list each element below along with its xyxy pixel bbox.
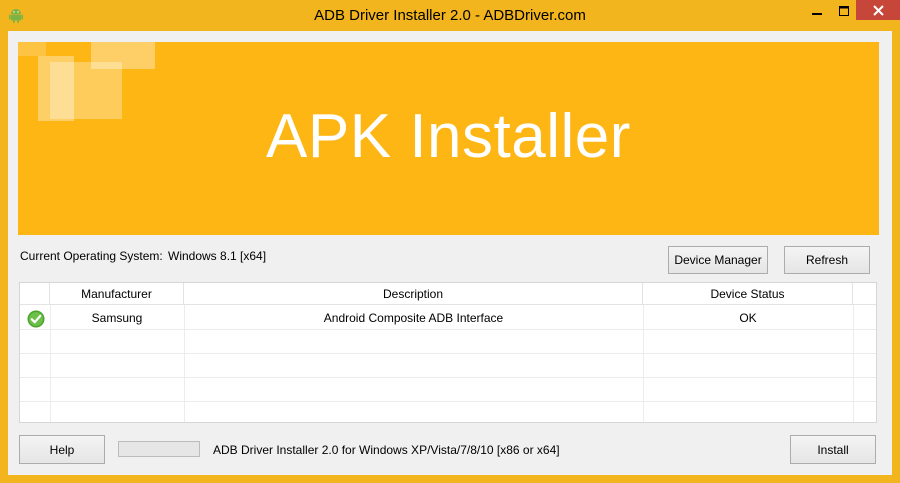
minimize-icon bbox=[812, 13, 822, 15]
window-title: ADB Driver Installer 2.0 - ADBDriver.com bbox=[314, 7, 586, 24]
device-table[interactable]: Manufacturer Description Device Status S… bbox=[19, 282, 877, 423]
status-text: ADB Driver Installer 2.0 for Windows XP/… bbox=[213, 443, 560, 457]
banner: APK Installer bbox=[18, 42, 879, 235]
progress-bar bbox=[118, 441, 200, 457]
check-icon bbox=[27, 310, 45, 328]
column-header-filler bbox=[853, 283, 876, 305]
device-manager-button[interactable]: Device Manager bbox=[668, 246, 768, 274]
install-button[interactable]: Install bbox=[790, 435, 876, 464]
refresh-button[interactable]: Refresh bbox=[784, 246, 870, 274]
row-divider bbox=[20, 377, 876, 378]
table-cell-device-status[interactable]: OK bbox=[643, 306, 853, 330]
app-window: ADB Driver Installer 2.0 - ADBDriver.com… bbox=[0, 0, 900, 483]
minimize-button[interactable] bbox=[802, 1, 832, 21]
column-header-device-status[interactable]: Device Status bbox=[643, 283, 853, 305]
help-button[interactable]: Help bbox=[19, 435, 105, 464]
close-button[interactable] bbox=[856, 0, 900, 20]
os-label: Current Operating System: bbox=[20, 249, 163, 263]
column-header-status[interactable] bbox=[20, 283, 50, 305]
maximize-button[interactable] bbox=[832, 1, 856, 21]
column-header-description[interactable]: Description bbox=[184, 283, 643, 305]
maximize-icon bbox=[839, 6, 849, 16]
client-area: APK Installer Current Operating System: … bbox=[8, 31, 892, 475]
title-bar[interactable]: ADB Driver Installer 2.0 - ADBDriver.com bbox=[0, 0, 900, 31]
os-value: Windows 8.1 [x64] bbox=[168, 249, 267, 263]
table-cell-description[interactable]: Android Composite ADB Interface bbox=[184, 306, 643, 330]
row-divider bbox=[20, 401, 876, 402]
banner-title: APK Installer bbox=[266, 102, 631, 171]
row-divider bbox=[20, 353, 876, 354]
table-cell-manufacturer[interactable]: Samsung bbox=[50, 306, 184, 330]
close-icon bbox=[872, 4, 884, 16]
column-divider bbox=[853, 305, 854, 422]
column-header-manufacturer[interactable]: Manufacturer bbox=[50, 283, 184, 305]
